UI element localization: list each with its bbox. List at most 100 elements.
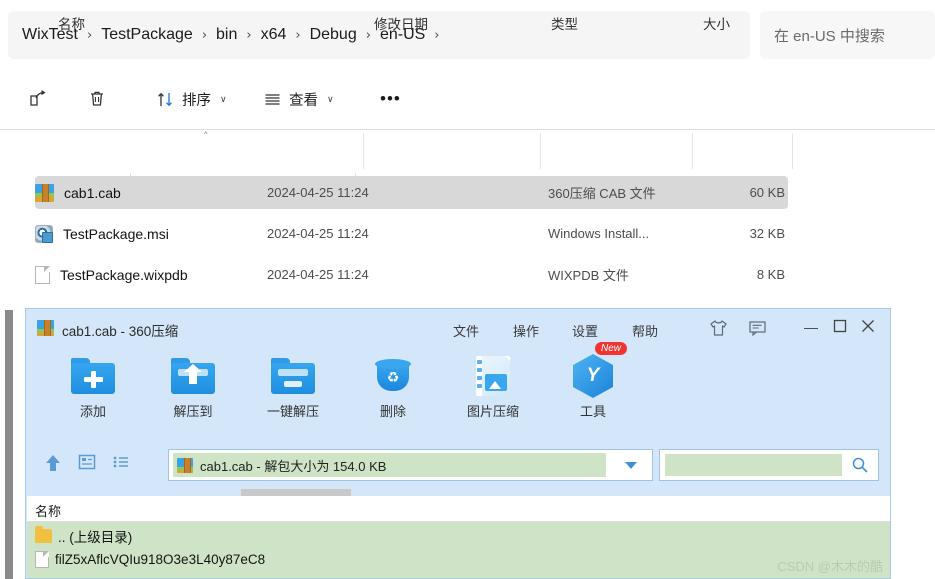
list-mode-button[interactable] bbox=[112, 453, 130, 476]
ribbon-label: 工具 bbox=[579, 404, 606, 419]
up-arrow-icon bbox=[46, 455, 60, 471]
table-row[interactable]: cab1.cab 2024-04-25 11:24 360压缩 CAB 文件 6… bbox=[35, 176, 788, 209]
delete-button[interactable] bbox=[79, 78, 115, 120]
file-date: 2024-04-25 11:24 bbox=[267, 267, 369, 282]
explorer-command-bar: 排序 ∨ 查看 ∨ ••• bbox=[0, 70, 935, 184]
chevron-down-icon: ∨ bbox=[327, 93, 334, 104]
search-icon bbox=[852, 457, 868, 473]
archiver-window: cab1.cab - 360压缩 文件 操作 设置 帮助 — 添加 解压到 一键… bbox=[25, 308, 891, 579]
ribbon-label: 添加 bbox=[79, 404, 106, 419]
ribbon-button-delete[interactable]: ♻ 删除 bbox=[345, 353, 441, 425]
ellipsis-icon: ••• bbox=[380, 89, 401, 108]
sort-button[interactable]: 排序 ∨ bbox=[148, 78, 235, 120]
column-header-date[interactable]: 修改日期 bbox=[374, 13, 428, 33]
file-name: TestPackage.wixpdb bbox=[60, 266, 188, 283]
add-folder-icon bbox=[45, 353, 141, 399]
view-button[interactable]: 查看 ∨ bbox=[255, 78, 342, 120]
feedback-icon bbox=[749, 321, 766, 337]
ribbon-label: 删除 bbox=[379, 404, 406, 419]
ribbon-label: 解压到 bbox=[173, 404, 213, 419]
archive-list-header[interactable]: 名称 bbox=[27, 496, 890, 522]
search-placeholder: 在 en-US 中搜索 bbox=[774, 27, 885, 45]
file-list-header bbox=[0, 129, 935, 173]
ribbon-button-image-compress[interactable]: 图片压缩 bbox=[445, 353, 541, 425]
explorer-address-bar: WixTest › TestPackage › bin › x64 › Debu… bbox=[0, 0, 935, 70]
sort-icon bbox=[158, 92, 172, 106]
chevron-right-icon: › bbox=[201, 27, 208, 43]
column-divider[interactable] bbox=[363, 133, 364, 169]
new-badge: New bbox=[595, 342, 628, 355]
column-header-type[interactable]: 类型 bbox=[551, 13, 578, 33]
column-divider[interactable] bbox=[692, 133, 693, 169]
breadcrumb-item-3[interactable]: x64 bbox=[261, 26, 287, 44]
file-size: 8 KB bbox=[756, 267, 785, 282]
more-options-button[interactable]: ••• bbox=[372, 78, 409, 120]
screen: WixTest › TestPackage › bin › x64 › Debu… bbox=[0, 0, 935, 579]
file-size: 60 KB bbox=[749, 185, 785, 200]
menu-operation[interactable]: 操作 bbox=[513, 321, 539, 340]
file-type: WIXPDB 文件 bbox=[548, 268, 629, 283]
file-name: cab1.cab bbox=[64, 184, 121, 201]
cab-archive-icon bbox=[177, 457, 193, 473]
generic-file-icon bbox=[35, 265, 50, 284]
skin-button[interactable] bbox=[709, 319, 728, 342]
file-name: TestPackage.msi bbox=[63, 225, 169, 242]
column-header-size[interactable]: 大小 bbox=[703, 13, 730, 33]
generic-file-icon bbox=[35, 550, 49, 568]
feedback-button[interactable] bbox=[748, 319, 767, 342]
close-button[interactable] bbox=[861, 319, 875, 338]
breadcrumb-item-2[interactable]: bin bbox=[216, 26, 237, 44]
trash-icon: ♻ bbox=[345, 353, 441, 399]
column-header-name: 名称 bbox=[35, 504, 62, 519]
ribbon-button-tools[interactable]: Y New 工具 bbox=[545, 342, 641, 425]
menu-help[interactable]: 帮助 bbox=[632, 321, 658, 340]
horizontal-scrollbar[interactable] bbox=[241, 489, 351, 496]
file-date: 2024-04-25 11:24 bbox=[267, 226, 369, 241]
up-button[interactable] bbox=[44, 453, 62, 478]
maximize-icon bbox=[833, 319, 847, 333]
folder-up-icon bbox=[35, 526, 52, 543]
view-mode-button[interactable] bbox=[78, 453, 96, 476]
menu-settings[interactable]: 设置 bbox=[572, 321, 598, 340]
explorer-search-input[interactable]: 在 en-US 中搜索 bbox=[760, 11, 935, 59]
entry-name: filZ5xAflcVQIu918O3e3L40y87eC8 bbox=[55, 551, 266, 567]
archiver-title-bar[interactable]: cab1.cab - 360压缩 文件 操作 设置 帮助 — bbox=[26, 309, 890, 347]
share-button[interactable] bbox=[20, 78, 56, 120]
file-type: 360压缩 CAB 文件 bbox=[548, 186, 656, 201]
menu-file[interactable]: 文件 bbox=[453, 321, 479, 340]
vertical-scrollbar[interactable] bbox=[5, 310, 13, 579]
ribbon-button-add[interactable]: 添加 bbox=[45, 353, 141, 425]
minimize-button[interactable]: — bbox=[804, 319, 818, 335]
path-dropdown-button[interactable] bbox=[610, 450, 652, 480]
chevron-right-icon: › bbox=[434, 27, 440, 43]
archive-path-input[interactable]: cab1.cab - 解包大小为 154.0 KB bbox=[168, 449, 653, 481]
archive-list-body: .. (上级目录) filZ5xAflcVQIu918O3e3L40y87eC8… bbox=[27, 522, 890, 578]
chevron-right-icon: › bbox=[87, 27, 93, 43]
column-divider[interactable] bbox=[792, 133, 793, 169]
cab-archive-icon bbox=[35, 183, 54, 202]
list-item[interactable]: filZ5xAflcVQIu918O3e3L40y87eC8 bbox=[35, 548, 265, 570]
list-item[interactable]: .. (上级目录) bbox=[35, 525, 132, 547]
ribbon-button-extract-to[interactable]: 解压到 bbox=[145, 353, 241, 425]
archiver-search-input[interactable] bbox=[659, 449, 879, 481]
chevron-right-icon: › bbox=[365, 27, 371, 43]
table-row[interactable]: TestPackage.wixpdb 2024-04-25 11:24 WIXP… bbox=[35, 258, 788, 291]
breadcrumb-item-4[interactable]: Debug bbox=[310, 26, 357, 44]
extract-to-icon bbox=[145, 353, 241, 399]
file-type: Windows Install... bbox=[548, 226, 650, 241]
tshirt-skin-icon bbox=[710, 320, 727, 336]
file-date: 2024-04-25 11:24 bbox=[267, 185, 369, 200]
table-row[interactable]: TestPackage.msi 2024-04-25 11:24 Windows… bbox=[35, 217, 788, 250]
column-divider[interactable] bbox=[540, 133, 541, 169]
ribbon-button-one-click-extract[interactable]: 一键解压 bbox=[245, 353, 341, 425]
image-compress-icon bbox=[445, 353, 541, 399]
column-header-name[interactable]: 名称 bbox=[58, 13, 85, 33]
file-size: 32 KB bbox=[749, 226, 785, 241]
cab-archive-icon bbox=[37, 320, 54, 336]
archiver-search-button[interactable] bbox=[842, 456, 878, 474]
sort-ascending-icon: ˄ bbox=[203, 130, 209, 143]
breadcrumb-item-1[interactable]: TestPackage bbox=[101, 26, 193, 44]
ribbon-label: 图片压缩 bbox=[466, 404, 519, 419]
view-icon bbox=[265, 93, 280, 105]
maximize-button[interactable] bbox=[833, 319, 847, 338]
